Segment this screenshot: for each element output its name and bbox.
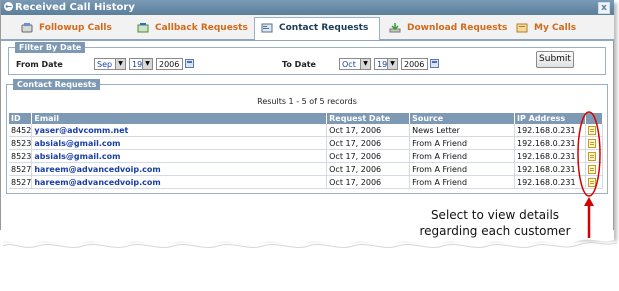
chevron-down-icon: ▼ — [360, 59, 370, 69]
col-ip-address: IP Address — [514, 113, 586, 124]
results-count: Results 1 - 5 of 5 records — [257, 97, 357, 106]
contact-requests-panel: Contact Requests Results 1 - 5 of 5 reco… — [6, 79, 608, 194]
phone-icon — [21, 21, 33, 33]
to-year-input[interactable]: 2006 — [401, 58, 428, 70]
to-month-select[interactable]: Oct ▼ — [339, 58, 371, 70]
email-link[interactable]: hareem@advancedvoip.com — [31, 175, 328, 189]
email-link[interactable]: yaser@advcomm.net — [31, 124, 328, 137]
table-row: 8527 hareem@advancedvoip.com Oct 17, 200… — [9, 175, 604, 189]
email-link[interactable]: absials@gmail.com — [31, 136, 328, 150]
from-month-select[interactable]: Sep ▼ — [94, 58, 126, 70]
calendar-icon[interactable] — [185, 59, 194, 68]
chevron-down-icon: ▼ — [387, 59, 397, 69]
tab-callback-requests[interactable]: Callback Requests — [137, 18, 248, 38]
download-icon — [389, 21, 401, 33]
annotation-line-1: Select to view details — [430, 208, 560, 222]
chevron-down-icon: ▼ — [115, 59, 125, 69]
window-title: Received Call History — [15, 2, 135, 13]
annotation-callout: Select to view details regarding each cu… — [405, 207, 585, 239]
email-link[interactable]: absials@gmail.com — [31, 149, 328, 163]
tab-bar: Followup Calls Callback Requests Contact… — [1, 15, 614, 41]
torn-edge — [0, 230, 618, 248]
view-details-icon[interactable] — [587, 125, 596, 135]
contact-card-icon — [261, 21, 273, 33]
col-email: Email — [31, 113, 328, 124]
view-details-icon[interactable] — [587, 177, 596, 187]
from-day-select[interactable]: 19 ▼ — [129, 58, 153, 70]
from-year-input[interactable]: 2006 — [156, 58, 183, 70]
table-row: 8523 absials@gmail.com Oct 17, 2006 From… — [9, 149, 604, 163]
to-date-label: To Date — [282, 60, 316, 69]
window-titlebar: ← Received Call History x — [1, 0, 614, 15]
col-details — [585, 113, 604, 124]
col-source: Source — [409, 113, 515, 124]
col-request-date: Request Date — [326, 113, 411, 124]
view-details-icon[interactable] — [587, 164, 596, 174]
to-day-select[interactable]: 19 ▼ — [374, 58, 398, 70]
annotation-line-2: regarding each customer — [419, 224, 571, 238]
submit-button[interactable]: Submit — [536, 51, 574, 68]
my-calls-icon — [516, 21, 528, 33]
col-id: ID — [9, 113, 33, 124]
table-header-row: ID Email Request Date Source IP Address — [9, 113, 604, 124]
table-row: 8527 hareem@advancedvoip.com Oct 17, 200… — [9, 162, 604, 176]
received-call-history-window: ← Received Call History x Followup Calls … — [0, 0, 614, 238]
view-details-icon[interactable] — [587, 151, 596, 161]
back-arrow-icon[interactable]: ← — [4, 1, 13, 11]
callback-icon — [137, 21, 149, 33]
contact-requests-table: ID Email Request Date Source IP Address … — [9, 113, 604, 189]
contact-requests-legend: Contact Requests — [13, 79, 101, 90]
view-details-icon[interactable] — [587, 138, 596, 148]
tab-contact-requests[interactable]: Contact Requests — [254, 17, 380, 40]
close-icon[interactable]: x — [598, 2, 610, 14]
table-row: 8523 absials@gmail.com Oct 17, 2006 From… — [9, 136, 604, 150]
chevron-down-icon: ▼ — [142, 59, 152, 69]
filter-by-date-panel: Filter By Date From Date Sep ▼ 19 ▼ 2006 T… — [8, 42, 606, 75]
tab-followup-calls[interactable]: Followup Calls — [21, 18, 112, 38]
tab-my-calls[interactable]: My Calls — [516, 18, 576, 38]
tab-download-requests[interactable]: Download Requests — [389, 18, 507, 38]
filter-legend: Filter By Date — [15, 42, 86, 53]
from-date-label: From Date — [16, 60, 63, 69]
calendar-icon[interactable] — [430, 59, 439, 68]
table-row: 8452 yaser@advcomm.net Oct 17, 2006 News… — [9, 124, 604, 137]
email-link[interactable]: hareem@advancedvoip.com — [31, 162, 328, 176]
